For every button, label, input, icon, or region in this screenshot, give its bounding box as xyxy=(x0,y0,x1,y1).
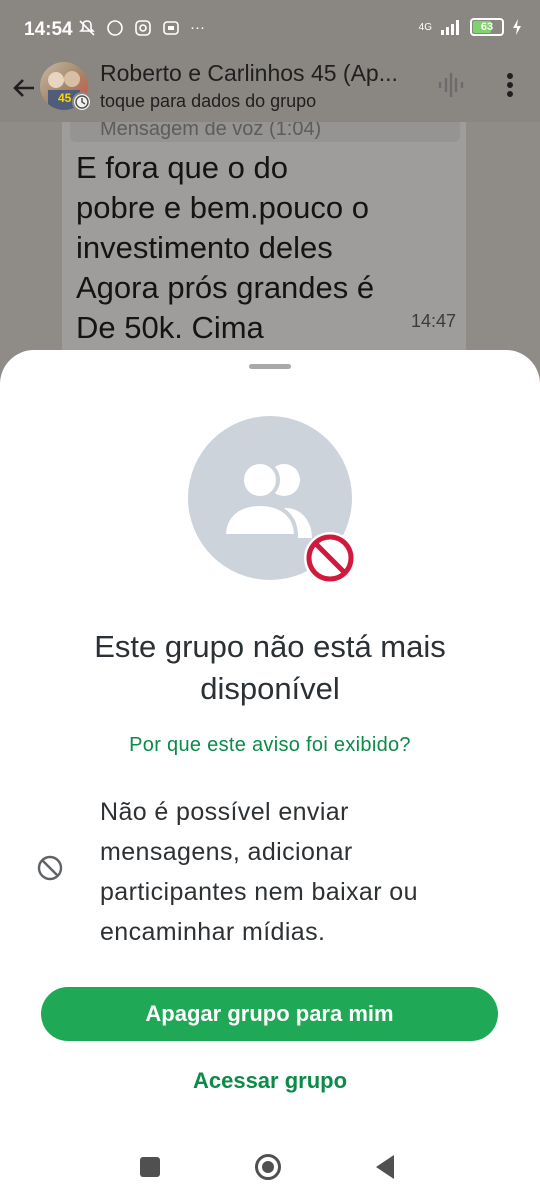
back-arrow-icon[interactable] xyxy=(10,74,38,102)
group-unavailable-sheet: Este grupo não está mais disponível Por … xyxy=(0,350,540,1200)
network-label: 4G xyxy=(418,21,432,33)
nav-home-icon[interactable] xyxy=(255,1154,281,1180)
blocked-icon xyxy=(306,534,354,582)
system-icons: 4G 63 xyxy=(419,18,522,36)
more-notifications-icon: ··· xyxy=(190,19,205,36)
message-time: 14:47 xyxy=(410,311,456,331)
chat-header: 45 Roberto e Carlinhos 45 (Ap... toque p… xyxy=(0,58,540,122)
access-group-button[interactable]: Acessar grupo xyxy=(120,1064,420,1098)
instagram-icon xyxy=(135,20,151,36)
group-icon xyxy=(222,460,312,538)
blocked-badge xyxy=(304,532,356,584)
group-info-hint[interactable]: toque para dados do grupo xyxy=(100,91,316,112)
signal-icon xyxy=(441,20,459,35)
voice-chat-icon[interactable] xyxy=(436,70,466,100)
whatsapp-icon xyxy=(107,20,123,36)
quoted-message-text: Mensagem de voz (1:04) xyxy=(100,122,322,140)
restriction-info-text: Não é possível enviar mensagens, adicion… xyxy=(100,798,418,946)
chat-background: Mensagem de voz (1:04) E fora que o do p… xyxy=(0,122,540,362)
block-info-icon xyxy=(37,855,63,881)
group-name[interactable]: Roberto e Carlinhos 45 (Ap... xyxy=(100,60,420,87)
quoted-voice-message[interactable]: Mensagem de voz (1:04) xyxy=(70,122,460,142)
delete-group-button[interactable]: Apagar grupo para mim xyxy=(41,987,498,1041)
status-time: 14:54 xyxy=(24,19,73,40)
media-icon xyxy=(163,21,179,35)
clock-badge-icon xyxy=(72,92,92,112)
svg-text:45: 45 xyxy=(58,91,72,105)
message-bubble[interactable]: Mensagem de voz (1:04) E fora que o do p… xyxy=(62,122,466,362)
charging-icon xyxy=(513,19,521,35)
system-nav-bar xyxy=(0,1140,540,1200)
status-bar: 14:54 ··· 4G 63 xyxy=(0,0,540,58)
battery-indicator: 63 xyxy=(470,18,504,36)
drag-handle[interactable] xyxy=(249,364,291,369)
more-vert-icon[interactable] xyxy=(498,68,522,102)
nav-recents-icon[interactable] xyxy=(140,1157,160,1177)
sheet-title: Este grupo não está mais disponível xyxy=(94,629,446,706)
notification-icons: ··· xyxy=(78,19,205,37)
mute-icon xyxy=(79,20,95,36)
why-notice-link[interactable]: Por que este aviso foi exibido? xyxy=(40,734,500,757)
battery-level: 63 xyxy=(480,21,494,33)
nav-back-icon[interactable] xyxy=(376,1155,394,1179)
message-text: E fora que o do pobre e bem.pouco o inve… xyxy=(76,150,375,345)
